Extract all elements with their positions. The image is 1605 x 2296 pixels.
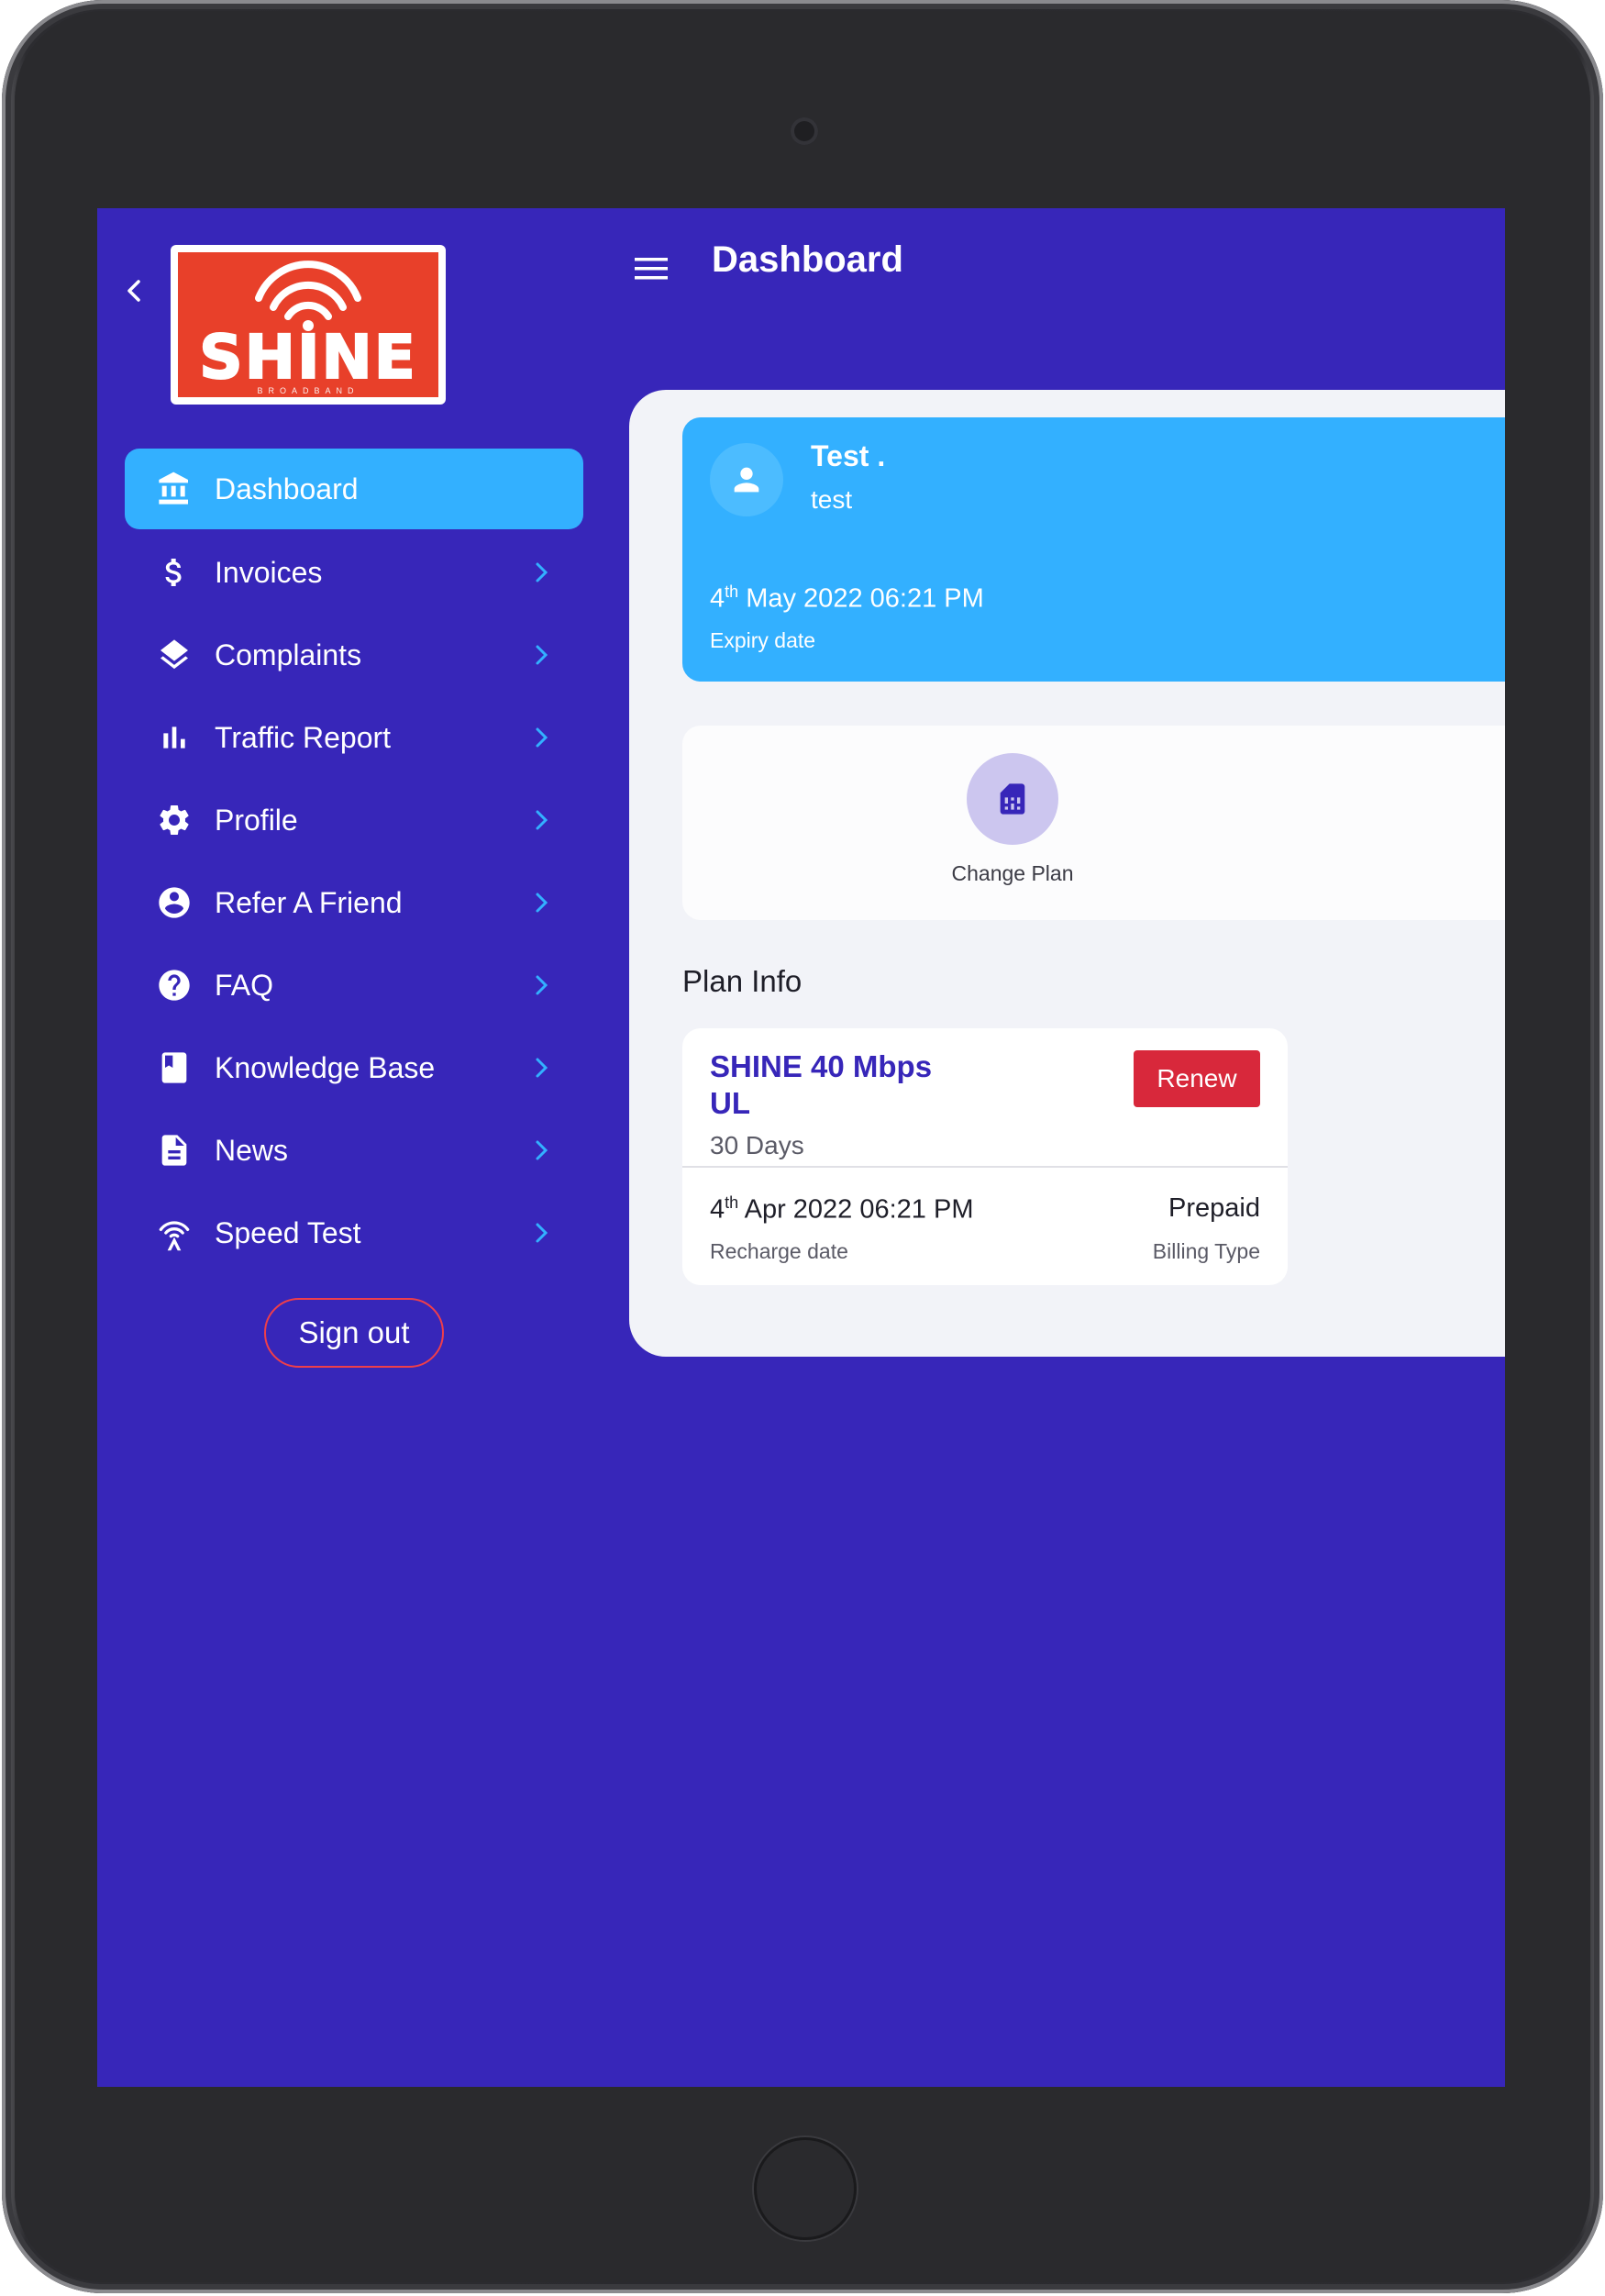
sim-card-icon bbox=[967, 753, 1058, 845]
sidebar-item-invoices[interactable]: Invoices bbox=[125, 531, 583, 614]
chevron-right-icon bbox=[528, 1219, 556, 1247]
app-screen: SHINE BROADBAND Dashboard Invoices Compl… bbox=[97, 208, 1505, 2087]
bar-chart-icon bbox=[154, 717, 194, 758]
sidebar-item-complaints[interactable]: Complaints bbox=[125, 614, 583, 696]
user-name: Test . bbox=[811, 439, 886, 472]
sidebar-item-news[interactable]: News bbox=[125, 1109, 583, 1192]
wifi-logo-icon bbox=[255, 261, 361, 331]
home-button[interactable] bbox=[754, 2137, 857, 2240]
logo-subtext: BROADBAND bbox=[257, 386, 360, 395]
dollar-icon bbox=[154, 552, 194, 593]
sidebar-item-profile[interactable]: Profile bbox=[125, 779, 583, 861]
chevron-right-icon bbox=[528, 1054, 556, 1081]
article-icon bbox=[154, 1130, 194, 1170]
chevron-right-icon bbox=[528, 889, 556, 916]
recharge-date: 4th Apr 2022 06:21 PM bbox=[710, 1193, 974, 1225]
account-circle-icon bbox=[154, 882, 194, 923]
sidebar-item-label: Dashboard bbox=[215, 471, 359, 505]
gear-icon bbox=[154, 800, 194, 840]
sidebar-item-knowledge-base[interactable]: Knowledge Base bbox=[125, 1026, 583, 1109]
chevron-right-icon bbox=[528, 724, 556, 751]
plan-card: SHINE 40 Mbps UL 30 Days Renew 4th Apr 2… bbox=[682, 1028, 1288, 1285]
sidebar-item-faq[interactable]: FAQ bbox=[125, 944, 583, 1026]
plan-name: SHINE 40 Mbps UL bbox=[710, 1049, 933, 1120]
divider bbox=[682, 1166, 1288, 1168]
bank-icon bbox=[154, 469, 194, 509]
book-icon bbox=[154, 1048, 194, 1088]
menu-button[interactable] bbox=[629, 247, 673, 291]
sidebar-item-speed-test[interactable]: Speed Test bbox=[125, 1192, 583, 1274]
user-card: Test . test 4th May 2022 06:21 PM Expiry… bbox=[682, 417, 1505, 682]
avatar bbox=[710, 443, 783, 516]
chevron-right-icon bbox=[528, 1137, 556, 1164]
chevron-left-icon bbox=[127, 280, 140, 302]
hamburger-menu-icon bbox=[635, 258, 668, 280]
chevron-right-icon bbox=[528, 806, 556, 834]
renew-button[interactable]: Renew bbox=[1134, 1050, 1260, 1107]
sidebar-nav: Dashboard Invoices Complaints Traffic Re… bbox=[125, 449, 583, 1274]
sidebar-item-traffic-report[interactable]: Traffic Report bbox=[125, 696, 583, 779]
expiry-date-label: Expiry date bbox=[710, 628, 816, 652]
help-circle-icon bbox=[154, 965, 194, 1005]
username: test bbox=[811, 485, 853, 514]
layers-icon bbox=[154, 635, 194, 675]
plan-duration: 30 Days bbox=[710, 1131, 804, 1159]
plan-info-heading: Plan Info bbox=[682, 964, 802, 998]
change-plan-label: Change Plan bbox=[951, 861, 1074, 885]
person-icon bbox=[734, 467, 759, 493]
chevron-right-icon bbox=[528, 559, 556, 586]
actions-card: Change Plan bbox=[682, 726, 1505, 920]
tablet-frame: SHINE BROADBAND Dashboard Invoices Compl… bbox=[2, 0, 1603, 2293]
sidebar-item-refer-a-friend[interactable]: Refer A Friend bbox=[125, 861, 583, 944]
brand-logo: SHINE BROADBAND bbox=[171, 245, 446, 405]
back-button[interactable] bbox=[116, 272, 152, 309]
wifi-tower-icon bbox=[154, 1213, 194, 1253]
chevron-right-icon bbox=[528, 971, 556, 999]
sign-out-button[interactable]: Sign out bbox=[264, 1298, 444, 1368]
main-panel: Test . test 4th May 2022 06:21 PM Expiry… bbox=[629, 390, 1505, 1357]
camera bbox=[791, 117, 818, 145]
sidebar-item-dashboard[interactable]: Dashboard bbox=[125, 449, 583, 529]
recharge-date-label: Recharge date bbox=[710, 1239, 848, 1263]
chevron-right-icon bbox=[528, 641, 556, 669]
change-plan-button[interactable]: Change Plan bbox=[902, 753, 1123, 886]
expiry-date: 4th May 2022 06:21 PM bbox=[710, 582, 984, 614]
logo-text: SHINE bbox=[198, 322, 417, 393]
page-title: Dashboard bbox=[712, 239, 903, 280]
billing-type-label: Billing Type bbox=[1152, 1239, 1260, 1263]
billing-type: Prepaid bbox=[1168, 1193, 1260, 1223]
